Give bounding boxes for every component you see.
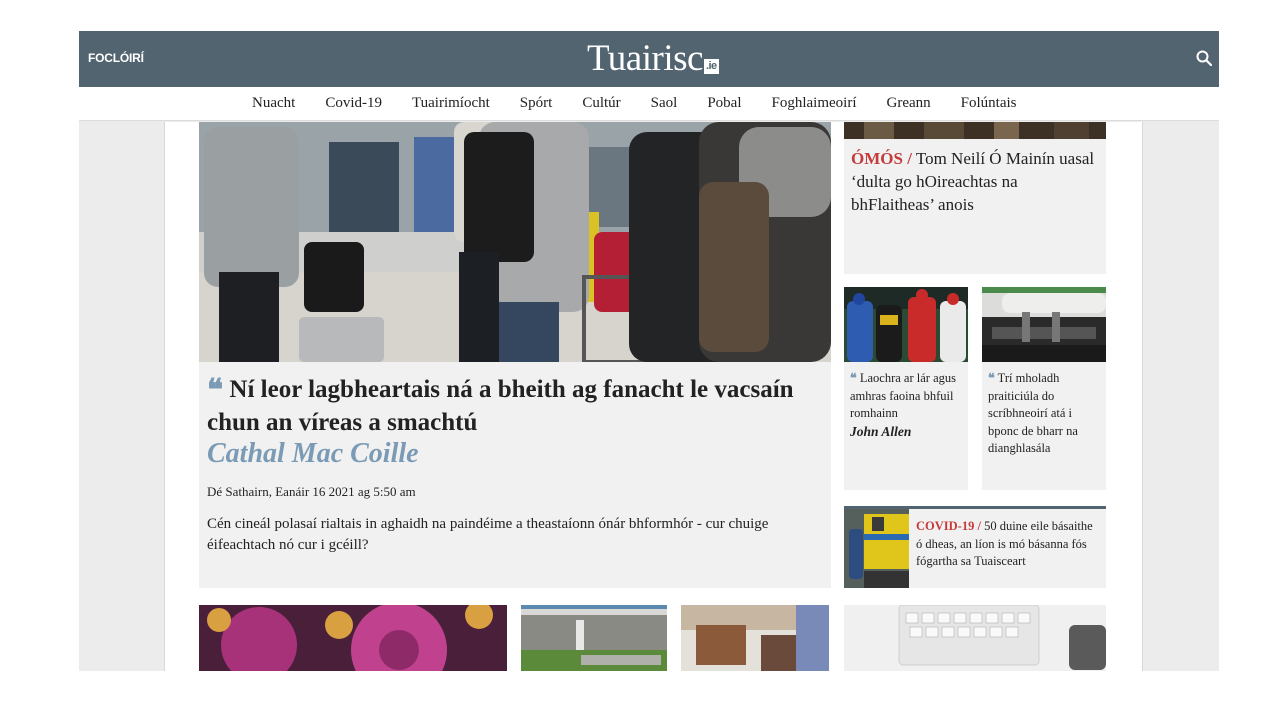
nav-item-saol[interactable]: Saol (651, 95, 678, 112)
main-nav: Nuacht Covid-19 Tuairimíocht Spórt Cultú… (79, 87, 1219, 121)
logo-suffix: .ie (703, 59, 719, 74)
bottom-story-image-1[interactable] (199, 605, 507, 671)
content-column: ❝ Ní leor lagbheartais ná a bheith ag fa… (164, 122, 1143, 671)
side-story-covid-image[interactable] (844, 509, 909, 588)
main-story-card[interactable]: ❝ Ní leor lagbheartais ná a bheith ag fa… (199, 122, 831, 588)
side-story-covid[interactable]: COVID-19 / 50 duine eile básaithe ó dhea… (844, 506, 1106, 588)
nav-list: Nuacht Covid-19 Tuairimíocht Spórt Cultú… (252, 95, 1047, 112)
nav-item-tuairimiocht[interactable]: Tuairimíocht (412, 95, 490, 112)
bottom-story-image-4[interactable] (844, 605, 1106, 671)
small-story-text-2: ❝ Trí mholadh praiticiúla do scríbhneoir… (988, 370, 1104, 458)
small-story-image-1[interactable] (844, 287, 968, 362)
tag-omos: ÓMÓS / (851, 149, 912, 168)
side-story-omos-image[interactable] (844, 122, 1106, 139)
quote-icon: ❝ (850, 371, 857, 385)
side-story-omos[interactable]: ÓMÓS / Tom Neilí Ó Mainín uasal ‘dulta g… (844, 122, 1106, 274)
small-story-headline-1: Laochra ar lár agus amhras faoina bhfuil… (850, 371, 956, 420)
main-story-lede: Cén cineál polasaí rialtais in aghaidh n… (207, 516, 769, 553)
main-story-author[interactable]: Cathal Mac Coille (207, 438, 419, 470)
page-frame: FOCLÓIRÍ Tuairisc .ie Nuacht Covid-19 Tua… (79, 31, 1219, 671)
main-story-title-text: Ní leor lagbheartais ná a bheith ag fana… (207, 376, 794, 436)
small-story-headline-2: Trí mholadh praiticiúla do scríbhneoirí … (988, 371, 1078, 455)
main-story-date: Dé Sathairn, Eanáir 16 2021 ag 5:50 am (207, 484, 416, 499)
nav-item-cultur[interactable]: Cultúr (582, 95, 620, 112)
search-icon[interactable] (1195, 49, 1215, 69)
logo-text: Tuairisc (587, 38, 703, 79)
main-story-image[interactable] (199, 122, 831, 362)
nav-item-nuacht[interactable]: Nuacht (252, 95, 295, 112)
small-story-card-2[interactable]: ❝ Trí mholadh praiticiúla do scríbhneoir… (982, 287, 1106, 490)
nav-item-sport[interactable]: Spórt (520, 95, 553, 112)
bottom-story-image-2[interactable] (521, 605, 667, 671)
site-logo[interactable]: Tuairisc .ie (587, 39, 719, 79)
quote-icon: ❝ (207, 374, 224, 407)
small-story-author-1[interactable]: John Allen (850, 424, 911, 439)
side-story-omos-headline: ÓMÓS / Tom Neilí Ó Mainín uasal ‘dulta g… (851, 147, 1101, 216)
nav-item-foghlaimeoiri[interactable]: Foghlaimeoirí (772, 95, 857, 112)
small-story-text-1: ❝ Laochra ar lár agus amhras faoina bhfu… (850, 370, 966, 441)
nav-item-pobal[interactable]: Pobal (707, 95, 741, 112)
site-header: FOCLÓIRÍ Tuairisc .ie (79, 31, 1219, 87)
main-story-title[interactable]: ❝ Ní leor lagbheartais ná a bheith ag fa… (207, 374, 807, 439)
small-story-image-2[interactable] (982, 287, 1106, 362)
nav-item-covid-19[interactable]: Covid-19 (325, 95, 382, 112)
small-story-card-1[interactable]: ❝ Laochra ar lár agus amhras faoina bhfu… (844, 287, 968, 490)
bottom-story-image-3[interactable] (681, 605, 829, 671)
dictionary-link[interactable]: FOCLÓIRÍ (88, 51, 144, 65)
nav-item-foluntais[interactable]: Folúntais (961, 95, 1017, 112)
nav-item-greann[interactable]: Greann (887, 95, 931, 112)
quote-icon: ❝ (988, 371, 995, 385)
tag-covid: COVID-19 / (916, 519, 981, 533)
side-story-covid-headline: COVID-19 / 50 duine eile básaithe ó dhea… (916, 518, 1102, 571)
